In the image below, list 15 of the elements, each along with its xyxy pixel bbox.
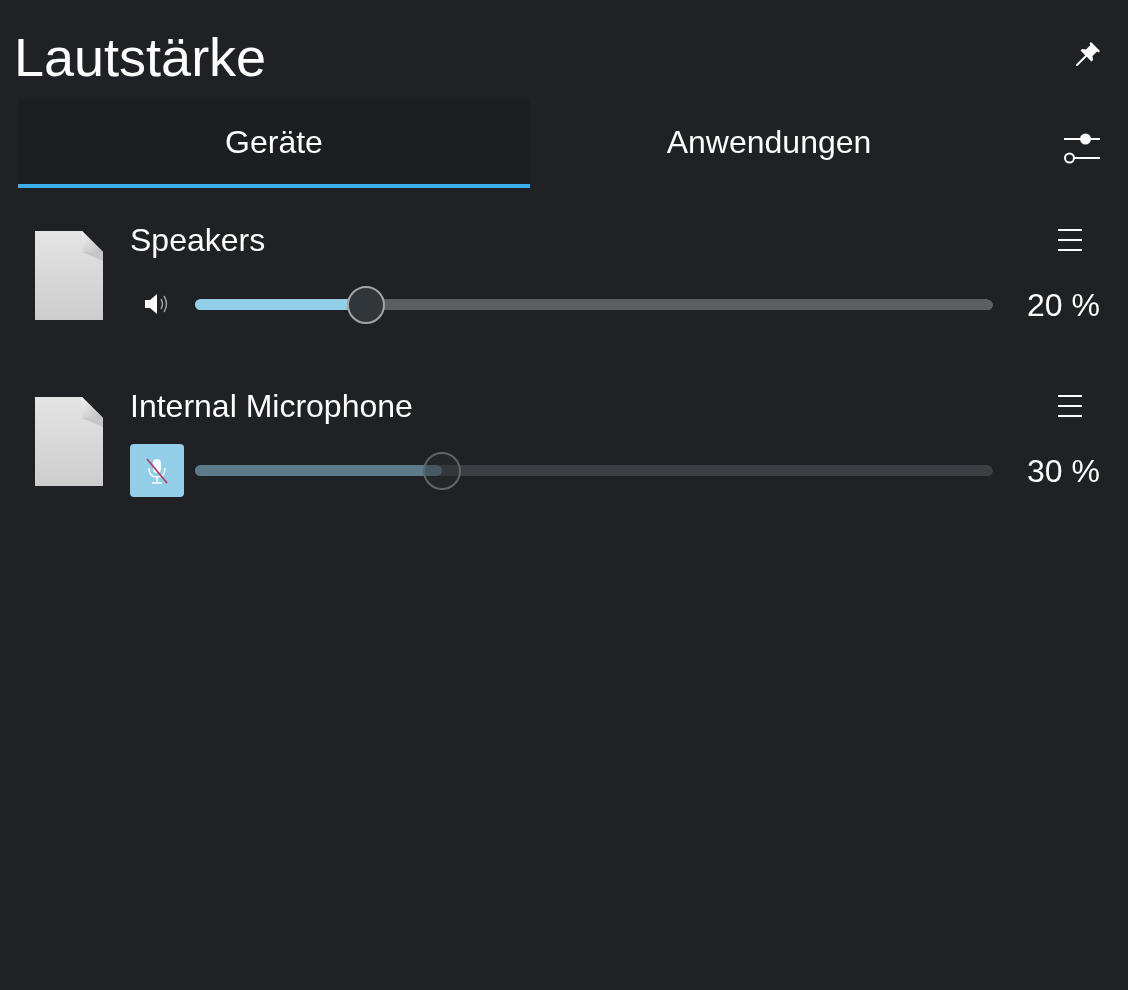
pin-icon <box>1076 42 1100 66</box>
slider-handle[interactable] <box>423 451 461 490</box>
file-icon <box>35 397 103 486</box>
device-name: Speakers <box>130 224 266 256</box>
menu-icon <box>1058 395 1082 417</box>
sliders-icon <box>1064 132 1100 164</box>
volume-percent: 20 % <box>1026 288 1100 321</box>
slider-handle[interactable] <box>347 285 385 324</box>
tab[interactable]: Anwendungen <box>530 100 1008 188</box>
microphone-muted-icon <box>144 457 170 484</box>
menu-icon <box>1058 229 1082 251</box>
volume-percent: 30 % <box>1026 454 1100 487</box>
file-icon <box>35 231 103 320</box>
device-name: Internal Microphone <box>130 390 413 422</box>
panel-title: Lautstärke <box>14 26 267 84</box>
